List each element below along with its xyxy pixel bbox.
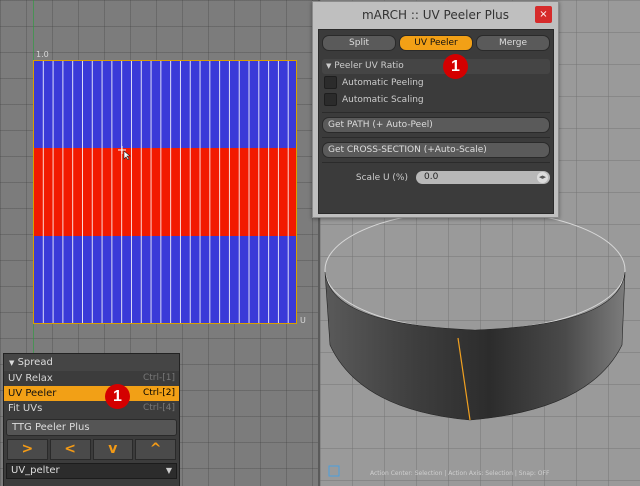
panel-header-spread[interactable]: ▼ Spread [4, 354, 179, 371]
separator [322, 112, 550, 113]
uv-border [33, 60, 297, 324]
triangle-down-icon: ▼ [326, 62, 332, 70]
spinner-icon[interactable]: ◂▸ [537, 172, 548, 183]
axis-right-label: U [300, 316, 306, 325]
get-path-button[interactable]: Get PATH (+ Auto-Peel) [322, 117, 550, 133]
checkbox-label: Automatic Scaling [342, 94, 424, 105]
tab-uv-peeler[interactable]: UV Peeler [399, 35, 473, 51]
arrow-up-button[interactable]: ^ [135, 439, 176, 460]
window-title: mARCH :: UV Peeler Plus [361, 8, 510, 22]
tool-uv-peeler[interactable]: UV Peeler Ctrl-[2] [4, 386, 179, 401]
close-icon: × [539, 9, 548, 20]
step-badge: 1 [105, 384, 130, 409]
tool-label: UV Relax [8, 373, 53, 384]
arrow-right-button[interactable]: > [7, 439, 48, 460]
tab-split[interactable]: Split [322, 35, 396, 51]
checkbox-box[interactable] [324, 93, 337, 106]
uv-island[interactable] [33, 60, 297, 324]
section-label: Peeler UV Ratio [334, 61, 404, 71]
tool-fit-uvs[interactable]: Fit UVs Ctrl-[4] [4, 401, 179, 416]
checkbox-box[interactable] [324, 76, 337, 89]
automatic-scaling-checkbox[interactable]: Automatic Scaling [319, 91, 553, 108]
axis-gizmo-icon [328, 465, 340, 477]
scale-u-row: Scale U (%) 0.0 ◂▸ [322, 171, 550, 184]
triangle-down-icon: ▼ [9, 359, 15, 367]
get-cross-section-button[interactable]: Get CROSS-SECTION (+Auto-Scale) [322, 142, 550, 158]
window-title-bar[interactable]: mARCH :: UV Peeler Plus × [313, 2, 558, 28]
uv-peeler-plus-window: mARCH :: UV Peeler Plus × Split UV Peele… [312, 1, 559, 218]
uv-editor-viewport[interactable]: 1.0 U ▼ Spread UV Relax Ctrl-[1] UV Peel… [0, 0, 320, 486]
tool-shortcut: Ctrl-[2] [142, 388, 175, 398]
automatic-peeling-checkbox[interactable]: Automatic Peeling [319, 74, 553, 91]
tool-shortcut: Ctrl-[1] [142, 373, 175, 383]
window-body: Split UV Peeler Merge ▼ Peeler UV Ratio … [318, 29, 554, 214]
chevron-down-icon: ▼ [165, 466, 172, 475]
mode-tabs: Split UV Peeler Merge [319, 30, 553, 51]
crosshair-cursor-icon [118, 146, 131, 160]
tool-label: UV Peeler [8, 388, 57, 399]
viewport-status: Action Center: Selection | Action Axis: … [370, 470, 550, 477]
checkbox-label: Automatic Peeling [342, 77, 424, 88]
tool-shortcut: Ctrl-[4] [142, 403, 175, 413]
separator [322, 162, 550, 163]
section-peeler-uv-ratio[interactable]: ▼ Peeler UV Ratio [322, 59, 550, 74]
separator [322, 137, 550, 138]
scale-u-label: Scale U (%) [355, 172, 408, 183]
arrow-button-group: > < v ^ [6, 439, 177, 460]
step-badge: 1 [443, 54, 468, 79]
tool-label: Fit UVs [8, 403, 43, 414]
scale-u-input[interactable]: 0.0 ◂▸ [416, 171, 550, 184]
tool-uv-relax[interactable]: UV Relax Ctrl-[1] [4, 371, 179, 386]
uv-tools-panel: ▼ Spread UV Relax Ctrl-[1] UV Peeler Ctr… [3, 353, 180, 486]
ttg-peeler-plus-button[interactable]: TTG Peeler Plus [6, 419, 177, 436]
tab-merge[interactable]: Merge [476, 35, 550, 51]
arrow-down-button[interactable]: v [92, 439, 134, 460]
panel-header-label: Spread [17, 357, 53, 368]
dropdown-value: UV_pelter [11, 465, 60, 476]
preset-dropdown[interactable]: UV_pelter ▼ [6, 463, 177, 479]
axis-top-label: 1.0 [36, 50, 49, 59]
scale-u-value: 0.0 [424, 172, 439, 182]
arrow-left-button[interactable]: < [49, 439, 91, 460]
close-button[interactable]: × [535, 6, 552, 23]
